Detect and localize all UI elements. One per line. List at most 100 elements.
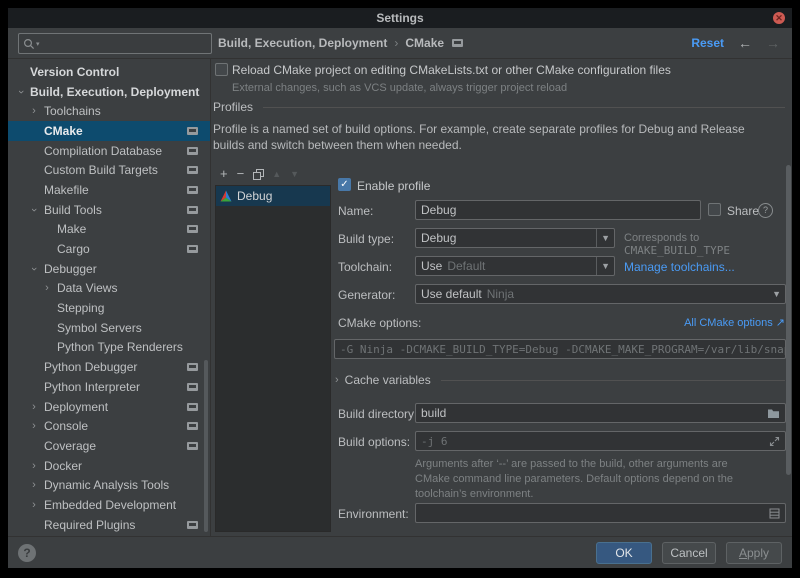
settings-search-input[interactable] <box>40 36 194 52</box>
sidebar-item-version-control[interactable]: Version Control <box>8 62 210 82</box>
sidebar-item-python-debugger[interactable]: Python Debugger <box>8 357 210 377</box>
sidebar-item-toolchains[interactable]: ›Toolchains <box>8 101 210 121</box>
chevron-collapsed-icon[interactable]: › <box>29 106 39 116</box>
chevron-down-icon[interactable]: ▼ <box>768 285 785 303</box>
sidebar-item-cargo[interactable]: Cargo <box>8 239 210 259</box>
sidebar-item-label: Symbol Servers <box>57 321 142 335</box>
add-profile-icon[interactable]: + <box>220 167 228 181</box>
chevron-expanded-icon[interactable]: › <box>29 205 39 215</box>
manage-toolchains-link[interactable]: Manage toolchains... <box>624 260 735 274</box>
chevron-expanded-icon[interactable]: › <box>29 264 39 274</box>
build-type-hint: Corresponds to CMAKE_BUILD_TYPE <box>624 232 792 257</box>
chevron-collapsed-icon[interactable]: › <box>29 500 39 510</box>
build-directory-field[interactable]: build <box>415 403 786 423</box>
chevron-collapsed-icon[interactable]: › <box>29 461 39 471</box>
toolchain-dropdown[interactable]: Use Default ▼ <box>415 256 615 276</box>
content-scrollbar[interactable] <box>786 165 791 475</box>
environment-field[interactable] <box>415 503 786 523</box>
build-type-label: Build type: <box>338 232 394 246</box>
share-checkbox[interactable] <box>708 203 721 216</box>
back-arrow-icon[interactable]: ← <box>738 35 752 51</box>
generator-dropdown[interactable]: Use default Ninja ▼ <box>415 284 786 304</box>
project-settings-icon <box>187 206 198 214</box>
cmake-options-label: CMake options: <box>338 316 421 330</box>
chevron-collapsed-icon[interactable]: › <box>335 374 339 386</box>
close-icon[interactable]: ✕ <box>773 12 785 24</box>
chevron-collapsed-icon[interactable]: › <box>29 421 39 431</box>
sidebar-item-makefile[interactable]: Makefile <box>8 180 210 200</box>
folder-icon[interactable] <box>767 408 780 419</box>
sidebar-item-embedded-development[interactable]: › Embedded Development <box>8 495 210 515</box>
build-type-dropdown[interactable]: Debug ▼ <box>415 228 615 248</box>
enable-profile-checkbox[interactable]: ✓ <box>338 178 351 191</box>
sidebar-item-label: Custom Build Targets <box>44 163 158 177</box>
sidebar-item-make[interactable]: Make <box>8 220 210 240</box>
sidebar-item-symbol-servers[interactable]: Symbol Servers <box>8 318 210 338</box>
cancel-button[interactable]: Cancel <box>662 542 716 564</box>
sidebar-item-docker[interactable]: ›Docker <box>8 456 210 476</box>
ok-button[interactable]: OK <box>596 542 652 564</box>
chevron-down-icon[interactable]: ▼ <box>596 229 614 247</box>
apply-button[interactable]: Apply <box>726 542 782 564</box>
search-icon <box>23 38 35 50</box>
environment-variables-icon[interactable] <box>769 508 780 519</box>
title-bar: Settings ✕ <box>8 8 792 28</box>
build-type-value: Debug <box>421 231 456 245</box>
chevron-collapsed-icon[interactable]: › <box>29 480 39 490</box>
sidebar-item-compilation-database[interactable]: Compilation Database <box>8 141 210 161</box>
profile-name: Debug <box>237 189 272 203</box>
expand-field-icon[interactable] <box>769 436 780 447</box>
generator-prefix: Use default <box>421 287 482 301</box>
sidebar-item-label: Python Interpreter <box>44 380 140 394</box>
chevron-collapsed-icon[interactable]: › <box>29 402 39 412</box>
build-options-field[interactable]: -j 6 <box>415 431 786 451</box>
profiles-section-title: Profiles <box>213 100 253 114</box>
sidebar-item-cmake[interactable]: CMake <box>8 121 210 141</box>
profile-list: Debug <box>215 185 331 532</box>
share-help-icon[interactable]: ? <box>758 203 773 218</box>
sidebar-scrollbar[interactable] <box>204 360 208 532</box>
reset-button[interactable]: Reset <box>691 36 724 50</box>
sidebar-item-python-interpreter[interactable]: Python Interpreter <box>8 377 210 397</box>
sidebar-item-build-execution-deployment[interactable]: ›Build, Execution, Deployment <box>8 82 210 102</box>
copy-profile-icon[interactable] <box>253 169 263 179</box>
sidebar-item-label: Compilation Database <box>44 144 162 158</box>
chevron-collapsed-icon[interactable]: › <box>42 283 52 293</box>
remove-profile-icon[interactable]: − <box>237 167 245 181</box>
sidebar-item-label: Coverage <box>44 439 96 453</box>
profile-list-item-debug[interactable]: Debug <box>216 186 330 206</box>
chevron-expanded-icon[interactable]: › <box>16 87 26 97</box>
sidebar-item-deployment[interactable]: ›Deployment <box>8 397 210 417</box>
settings-search[interactable]: ▾ <box>18 33 212 54</box>
sidebar-item-python-type-renderers[interactable]: Python Type Renderers <box>8 338 210 358</box>
sidebar-item-label: Embedded Development <box>44 498 176 512</box>
build-directory-label: Build directory: <box>338 407 417 421</box>
toolchain-label: Toolchain: <box>338 260 392 274</box>
sidebar-item-dynamic-analysis-tools[interactable]: ›Dynamic Analysis Tools <box>8 475 210 495</box>
all-cmake-options-link[interactable]: All CMake options ↗ <box>684 316 785 329</box>
cache-variables-section[interactable]: › Cache variables <box>335 373 785 387</box>
sidebar-item-label: Python Type Renderers <box>57 340 183 354</box>
sidebar-item-stepping[interactable]: Stepping <box>8 298 210 318</box>
sidebar-item-build-tools[interactable]: ›Build Tools <box>8 200 210 220</box>
project-settings-icon <box>187 147 198 155</box>
environment-label: Environment: <box>338 507 409 521</box>
sidebar-item-label: Required Plugins <box>44 518 135 532</box>
sidebar-item-debugger[interactable]: ›Debugger <box>8 259 210 279</box>
name-field[interactable]: Debug <box>415 200 701 220</box>
chevron-down-icon[interactable]: ▼ <box>596 257 614 275</box>
profiles-section: Profiles <box>213 100 785 114</box>
build-options-placeholder: -j 6 <box>421 435 448 448</box>
reload-cmake-label: Reload CMake project on editing CMakeLis… <box>232 63 671 77</box>
reload-cmake-checkbox[interactable] <box>215 63 228 76</box>
sidebar-item-coverage[interactable]: Coverage <box>8 436 210 456</box>
breadcrumb-parent[interactable]: Build, Execution, Deployment <box>218 36 387 50</box>
name-value: Debug <box>421 203 456 217</box>
build-directory-value: build <box>421 406 446 420</box>
cmake-options-field[interactable]: -G Ninja -DCMAKE_BUILD_TYPE=Debug -DCMAK… <box>334 339 786 359</box>
sidebar-item-custom-build-targets[interactable]: Custom Build Targets <box>8 160 210 180</box>
help-button[interactable]: ? <box>18 544 36 562</box>
sidebar-item-console[interactable]: ›Console <box>8 416 210 436</box>
sidebar-item-required-plugins[interactable]: Required Plugins <box>8 515 210 535</box>
sidebar-item-data-views[interactable]: ›Data Views <box>8 279 210 299</box>
